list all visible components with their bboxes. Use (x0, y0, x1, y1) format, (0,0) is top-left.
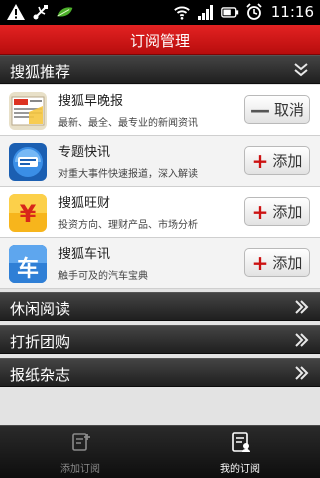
clock: 11:16 (270, 3, 314, 21)
finance-icon: ¥ (9, 194, 47, 232)
add-button[interactable]: + 添加 (244, 248, 310, 277)
chevron-double-down-icon (294, 63, 308, 77)
cancel-button[interactable]: — 取消 (244, 95, 310, 124)
item-description: 最新、最全、最专业的新闻资讯 (58, 118, 198, 129)
button-label: 添加 (272, 254, 303, 272)
list-item-sohu-auto[interactable]: 车 搜狐车讯 触手可及的汽车宝典 + 添加 (0, 238, 320, 289)
list-item-sohu-finance[interactable]: ¥ 搜狐旺财 投资方向、理财产品、市场分析 + 添加 (0, 187, 320, 238)
add-button[interactable]: + 添加 (244, 197, 310, 226)
chevron-double-right-icon (295, 333, 309, 347)
my-subscriptions-icon (232, 432, 250, 452)
tab-label: 我的订阅 (220, 464, 260, 475)
tab-label: 添加订阅 (60, 464, 100, 475)
alarm-icon (246, 3, 262, 20)
warning-icon (7, 4, 25, 20)
car-icon: 车 (9, 245, 47, 283)
button-label: 添加 (272, 152, 303, 170)
item-name: 搜狐早晚报 (58, 94, 124, 109)
section-discount[interactable]: 打折团购 (0, 325, 320, 354)
item-name: 专题快讯 (58, 145, 111, 160)
car-glyph: 车 (16, 257, 39, 282)
bottom-tab-bar: 添加订阅 我的订阅 (0, 425, 320, 478)
item-name: 搜狐旺财 (58, 196, 111, 211)
item-description: 对重大事件快速报道，深入解读 (58, 169, 198, 180)
minus-icon: — (249, 97, 270, 122)
plus-icon: + (251, 250, 269, 275)
leaf-icon (57, 7, 73, 17)
svg-text:¥: ¥ (20, 200, 37, 228)
page-title: 订阅管理 (129, 32, 190, 50)
battery-icon (220, 7, 238, 18)
button-label: 取消 (273, 101, 304, 119)
chevron-double-right-icon (295, 366, 309, 380)
section-label: 搜狐推荐 (10, 63, 71, 81)
special-report-icon (9, 143, 47, 181)
status-bar: 11:16 (0, 0, 320, 25)
section-label: 报纸杂志 (10, 366, 71, 384)
signal-icon (197, 5, 213, 20)
list-item-sohu-daily[interactable]: 搜狐早晚报 最新、最全、最专业的新闻资讯 — 取消 (0, 85, 320, 136)
add-subscription-icon (72, 433, 90, 451)
plus-icon: + (251, 148, 269, 173)
section-leisure[interactable]: 休闲阅读 (0, 292, 320, 321)
chevron-double-right-icon (295, 300, 309, 314)
wifi-icon (173, 6, 190, 20)
usb-icon (33, 5, 48, 20)
tab-my-subscriptions[interactable]: 我的订阅 (160, 426, 320, 478)
add-button[interactable]: + 添加 (244, 146, 310, 175)
item-description: 投资方向、理财产品、市场分析 (58, 220, 198, 231)
section-label: 休闲阅读 (10, 300, 71, 318)
section-newspaper[interactable]: 报纸杂志 (0, 358, 320, 387)
list-item-special-report[interactable]: 专题快讯 对重大事件快速报道，深入解读 + 添加 (0, 136, 320, 187)
section-label: 打折团购 (10, 333, 71, 351)
button-label: 添加 (272, 203, 303, 221)
newspaper-icon (9, 92, 47, 130)
title-bar: 订阅管理 (0, 25, 320, 55)
section-recommend[interactable]: 搜狐推荐 (0, 55, 320, 84)
item-name: 搜狐车讯 (58, 247, 111, 262)
tab-add-subscription[interactable]: 添加订阅 (0, 426, 160, 478)
item-description: 触手可及的汽车宝典 (58, 271, 148, 282)
plus-icon: + (251, 199, 269, 224)
